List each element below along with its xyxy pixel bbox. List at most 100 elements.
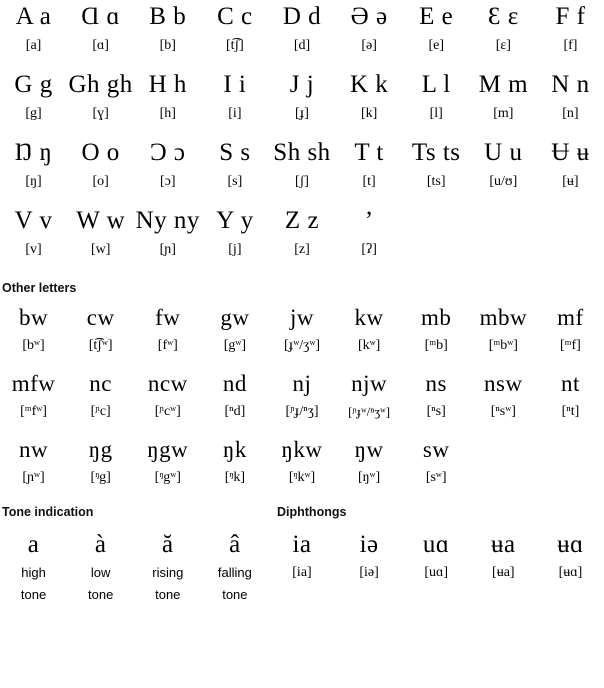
alphabet-letter [470, 204, 537, 238]
alphabet-ipa: [ɛ] [495, 38, 511, 53]
other-ipa: [ⁿs] [426, 404, 446, 419]
diphthong-ipa: [ia] [292, 565, 312, 580]
other-letter-row: bw cw fw gw jw kw mb mbw mf [0, 302, 604, 334]
alphabet-ipa: [n] [562, 106, 579, 121]
alphabet-chart: A a Ɑ ɑ B b C c D d Ə ə E e Ɛ ɛ F f [a] … [0, 0, 604, 688]
other-ipa: [ⁿt] [561, 404, 580, 419]
alphabet-letter: Ŋ ŋ [14, 139, 53, 166]
other-letter: nw [18, 437, 49, 462]
alphabet-ipa: [ɔ] [160, 174, 176, 189]
alphabet-letter: Ny ny [135, 207, 200, 234]
tone-label-spacer [268, 584, 335, 606]
diphthong-letter: ʉa [491, 531, 516, 558]
other-ipa: [ɲʷ] [22, 470, 45, 485]
alphabet-letter: D d [282, 3, 322, 30]
alphabet-letter: G g [14, 71, 53, 98]
other-letter: ŋg [88, 437, 113, 462]
alphabet-letter-row: A a Ɑ ɑ B b C c D d Ə ə E e Ɛ ɛ F f [0, 0, 604, 34]
other-ipa: [ᵑkʷ] [288, 470, 316, 485]
other-ipa: [ᵐbʷ] [488, 338, 518, 353]
tone-mark: à [94, 531, 107, 558]
alphabet-ipa: [ɲ] [159, 242, 176, 257]
alphabet-ipa: [t] [362, 174, 376, 189]
alphabet-letter: N n [551, 71, 590, 98]
other-ipa: [ᵑg] [90, 470, 111, 485]
diphthong-letter: ʉɑ [557, 531, 584, 558]
other-letter [537, 434, 604, 466]
alphabet-ipa: [z] [294, 242, 310, 257]
alphabet-ipa-row: [g] [ɣ] [h] [i] [ɟ] [k] [l] [m] [n] [0, 102, 604, 126]
alphabet-letter: M m [478, 71, 529, 98]
alphabet-ipa: [h] [159, 106, 176, 121]
other-letter: ŋgw [147, 437, 189, 462]
alphabet-letter: H h [148, 71, 187, 98]
alphabet-ipa: [o] [92, 174, 109, 189]
other-letters-section: Other letters bw cw fw gw jw kw mb mbw m… [0, 280, 604, 490]
other-letter: kw [354, 305, 384, 330]
other-letter: mf [557, 305, 584, 330]
alphabet-ipa: [d] [293, 38, 311, 53]
tone-label-line2: tone [155, 587, 181, 602]
other-ipa: [bʷ] [22, 338, 45, 353]
other-ipa: [ⁿsʷ] [490, 404, 516, 419]
other-letter: sw [422, 437, 450, 462]
tone-label-row-2: tone tone tone tone [0, 584, 604, 606]
other-letter-row: nw ŋg ŋgw ŋk ŋkw ŋw sw [0, 434, 604, 466]
other-ipa: [ᶮcʷ] [154, 404, 181, 419]
other-letter: bw [18, 305, 49, 330]
other-letter: nc [89, 371, 113, 396]
alphabet-section: A a Ɑ ɑ B b C c D d Ə ə E e Ɛ ɛ F f [a] … [0, 0, 604, 262]
alphabet-ipa: [e] [428, 38, 444, 53]
other-ipa-row: [bʷ] [t͡ʃʷ] [fʷ] [gʷ] [ɟʷ/ʒʷ] [kʷ] [ᵐb] … [0, 334, 604, 358]
alphabet-ipa: [ɣ] [92, 106, 109, 121]
other-letter: ŋw [354, 437, 384, 462]
diphthong-ipa: [ʉɑ] [558, 565, 583, 580]
other-letter: mfw [11, 371, 56, 396]
alphabet-letter: V v [14, 207, 53, 234]
alphabet-ipa: [s] [227, 174, 243, 189]
other-letter: ŋkw [281, 437, 323, 462]
other-letter: ns [425, 371, 447, 396]
alphabet-letter: L l [421, 71, 451, 98]
diphthong-ipa: [iə] [359, 565, 379, 580]
alphabet-ipa: [ʉ] [562, 174, 579, 189]
other-ipa [537, 466, 604, 490]
alphabet-ipa [470, 238, 537, 262]
alphabet-ipa: [j] [228, 242, 242, 257]
other-ipa: [ᵐfʷ] [20, 404, 47, 419]
tone-mark: ă [161, 531, 174, 558]
tone-label-line2: tone [88, 587, 114, 602]
alphabet-letter: Ɑ ɑ [81, 3, 121, 30]
alphabet-letter-row: V v W w Ny ny Y y Z z ’ [0, 204, 604, 238]
alphabet-letter: I i [223, 71, 247, 98]
other-ipa: [ⁿd] [224, 404, 246, 419]
tone-label-spacer [336, 584, 403, 606]
alphabet-letter: ’ [364, 207, 374, 234]
tone-mark: a [27, 531, 40, 558]
tone-diphthong-section: Tone indication Diphthongs a à ă â ia iə… [0, 504, 604, 606]
other-letter: njw [351, 371, 388, 396]
other-letter: ŋk [222, 437, 247, 462]
other-letter: nt [560, 371, 580, 396]
other-ipa-row: [ᵐfʷ] [ᶮc] [ᶮcʷ] [ⁿd] [ᶮɟ/ⁿʒ] [ᶮɟʷ/ⁿʒʷ] … [0, 400, 604, 424]
tone-label-spacer [470, 584, 537, 606]
alphabet-letter: T t [354, 139, 384, 166]
alphabet-letter: Sh sh [273, 139, 331, 166]
alphabet-letter: U u [484, 139, 523, 166]
tone-label-spacer [403, 584, 470, 606]
tone-diphthong-label-row: high low rising falling [ia] [iə] [uɑ] [… [0, 562, 604, 584]
other-letter: jw [289, 305, 314, 330]
diphthong-ipa: [ʉa] [492, 565, 515, 580]
other-letter: mb [421, 305, 452, 330]
other-ipa: [t͡ʃʷ] [88, 338, 113, 353]
other-ipa: [sʷ] [425, 470, 447, 485]
diphthongs-heading: Diphthongs [277, 505, 347, 519]
other-ipa: [ᵐb] [424, 338, 448, 353]
other-ipa: [ᵑgʷ] [154, 470, 181, 485]
alphabet-ipa: [ʔ] [361, 242, 377, 257]
tone-diphthong-glyph-row: a à ă â ia iə uɑ ʉa ʉɑ [0, 528, 604, 562]
alphabet-ipa: [ʃ] [294, 174, 309, 189]
other-letter: fw [155, 305, 181, 330]
other-letter: ncw [147, 371, 188, 396]
alphabet-ipa: [ts] [426, 174, 446, 189]
